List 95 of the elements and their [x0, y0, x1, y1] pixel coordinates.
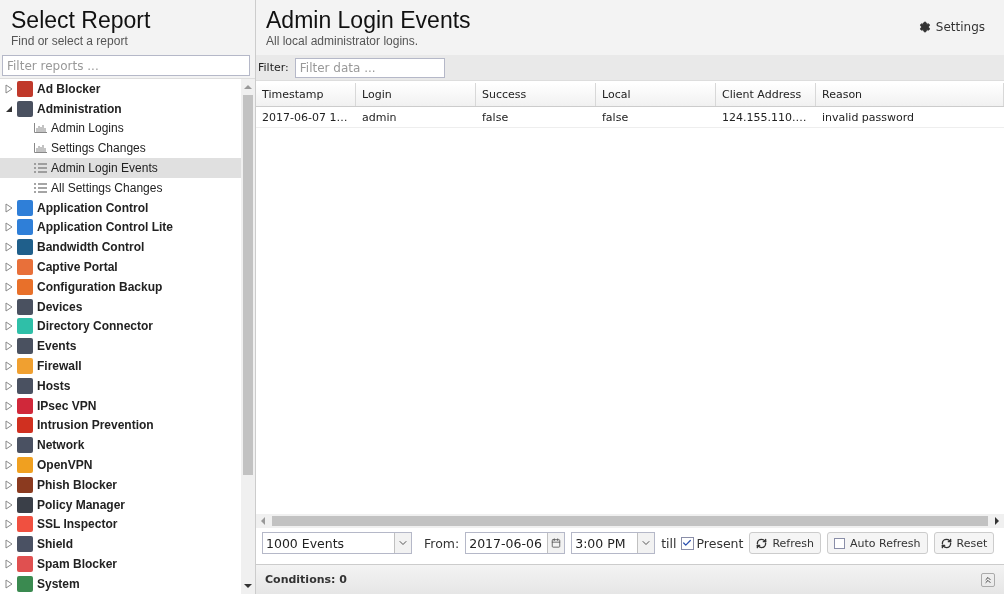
reset-button[interactable]: Reset: [933, 532, 995, 554]
expand-arrow-icon[interactable]: [5, 519, 13, 530]
scroll-up-arrow-icon[interactable]: [243, 83, 253, 91]
column-header[interactable]: Reason: [816, 83, 1004, 106]
expand-arrow-icon[interactable]: [5, 460, 13, 471]
vertical-scrollbar[interactable]: [241, 79, 255, 594]
list-icon: [34, 182, 47, 193]
expand-arrow-icon[interactable]: [5, 559, 13, 569]
tree-item[interactable]: Intrusion Prevention: [37, 418, 154, 433]
column-header[interactable]: Success: [476, 83, 596, 106]
tree-item[interactable]: Shield: [37, 537, 73, 552]
settings-button[interactable]: Settings: [910, 6, 993, 34]
tree-item[interactable]: Administration: [37, 101, 122, 116]
expand-arrow-icon[interactable]: [5, 479, 13, 490]
time-dropdown[interactable]: 3:00 PM: [571, 532, 656, 554]
expand-arrow-icon[interactable]: [5, 400, 13, 411]
tree-item[interactable]: Application Control: [37, 200, 149, 215]
date-field[interactable]: 2017-06-06: [465, 532, 566, 554]
events-limit-dropdown[interactable]: 1000 Events: [262, 532, 412, 554]
expand-arrow-icon[interactable]: [5, 578, 13, 589]
refresh-icon: [756, 537, 768, 549]
expand-arrow-icon[interactable]: [5, 281, 13, 292]
scroll-left-arrow-icon[interactable]: [260, 517, 266, 525]
expand-arrow-icon[interactable]: [5, 420, 13, 431]
tree-item[interactable]: Directory Connector: [37, 319, 154, 334]
tree-item[interactable]: Firewall: [37, 359, 82, 374]
auto-refresh-button[interactable]: Auto Refresh: [826, 532, 928, 554]
till-label: till: [661, 535, 677, 551]
column-header[interactable]: Login: [356, 83, 476, 106]
horizontal-scrollbar[interactable]: [256, 514, 1004, 528]
collapse-button[interactable]: [981, 572, 995, 587]
bar-chart-icon: [34, 123, 47, 134]
refresh-icon: [940, 537, 952, 549]
expand-arrow-icon[interactable]: [5, 83, 13, 94]
from-label: From:: [424, 535, 460, 551]
expand-arrow-icon[interactable]: [5, 341, 13, 352]
conditions-label: Conditions: 0: [265, 573, 347, 586]
present-label: Present: [696, 535, 744, 551]
tree-item[interactable]: Network: [37, 438, 85, 453]
report-item[interactable]: All Settings Changes: [0, 178, 241, 198]
double-chevron-up-icon: [983, 574, 993, 585]
tree-item[interactable]: Application Control Lite: [37, 220, 173, 235]
tree-item[interactable]: IPsec VPN: [37, 398, 97, 413]
expand-arrow-icon[interactable]: [5, 242, 13, 253]
table-cell-text: admin: [361, 109, 398, 126]
gear-icon: [918, 21, 931, 33]
expand-arrow-icon[interactable]: [5, 499, 13, 510]
report-subtitle: All local administrator logins.: [266, 34, 420, 48]
report-item[interactable]: Admin Login Events: [0, 158, 241, 178]
column-header[interactable]: Local: [596, 83, 716, 106]
expand-arrow-icon[interactable]: [5, 301, 13, 312]
table-cell-text: 124.155.110.…: [721, 109, 808, 126]
bar-chart-icon: [34, 143, 47, 154]
refresh-button[interactable]: Refresh: [749, 532, 821, 554]
calendar-icon: [551, 538, 562, 548]
expand-arrow-icon[interactable]: [5, 440, 13, 451]
sidebar-subtitle: Find or select a report: [11, 34, 129, 48]
tree-item[interactable]: Hosts: [37, 378, 71, 393]
expand-arrow-icon[interactable]: [5, 222, 13, 233]
list-icon: [34, 163, 47, 174]
report-item[interactable]: Admin Logins: [0, 118, 241, 139]
scroll-down-arrow-icon[interactable]: [243, 582, 253, 590]
expand-arrow-icon[interactable]: [5, 380, 13, 391]
filter-data-field[interactable]: Filter data ...: [294, 57, 445, 78]
tree-item[interactable]: OpenVPN: [37, 458, 93, 473]
tree-item[interactable]: Spam Blocker: [37, 557, 118, 571]
report-title: Admin Login Events: [266, 6, 471, 34]
tree-item[interactable]: Bandwidth Control: [37, 240, 145, 255]
column-header[interactable]: Client Address: [716, 83, 816, 106]
present-checkbox[interactable]: [680, 536, 694, 550]
expand-arrow-icon[interactable]: [5, 321, 13, 332]
table-cell-text: invalid password: [821, 109, 916, 126]
tree-item[interactable]: Policy Manager: [37, 497, 126, 512]
table-cell-text: false: [481, 109, 510, 126]
sidebar-title: Select Report: [11, 6, 152, 34]
table-cell-text: 2017-06-07 1…: [261, 109, 349, 126]
table-cell-text: false: [601, 109, 630, 126]
tree-item[interactable]: Configuration Backup: [37, 279, 163, 294]
tree-item[interactable]: Events: [37, 339, 77, 354]
auto-refresh-checkbox[interactable]: [833, 537, 845, 549]
expand-arrow-icon[interactable]: [5, 539, 13, 550]
tree-item[interactable]: System: [37, 576, 80, 591]
tree-item[interactable]: Devices: [37, 299, 83, 314]
tree-item[interactable]: SSL Inspector: [37, 517, 118, 532]
filter-label: Filter:: [258, 61, 289, 74]
tree-item[interactable]: Captive Portal: [37, 260, 118, 275]
expand-arrow-icon[interactable]: [5, 361, 13, 372]
tree-item[interactable]: Ad Blocker: [37, 81, 101, 96]
report-item[interactable]: Settings Changes: [0, 138, 241, 159]
tree-item[interactable]: Phish Blocker: [37, 477, 118, 492]
expand-arrow-icon[interactable]: [5, 202, 13, 213]
expand-arrow-icon[interactable]: [5, 262, 13, 273]
scroll-right-arrow-icon[interactable]: [994, 517, 1000, 525]
filter-reports-field[interactable]: Filter reports ...: [2, 55, 250, 76]
column-header[interactable]: Timestamp: [256, 83, 356, 106]
